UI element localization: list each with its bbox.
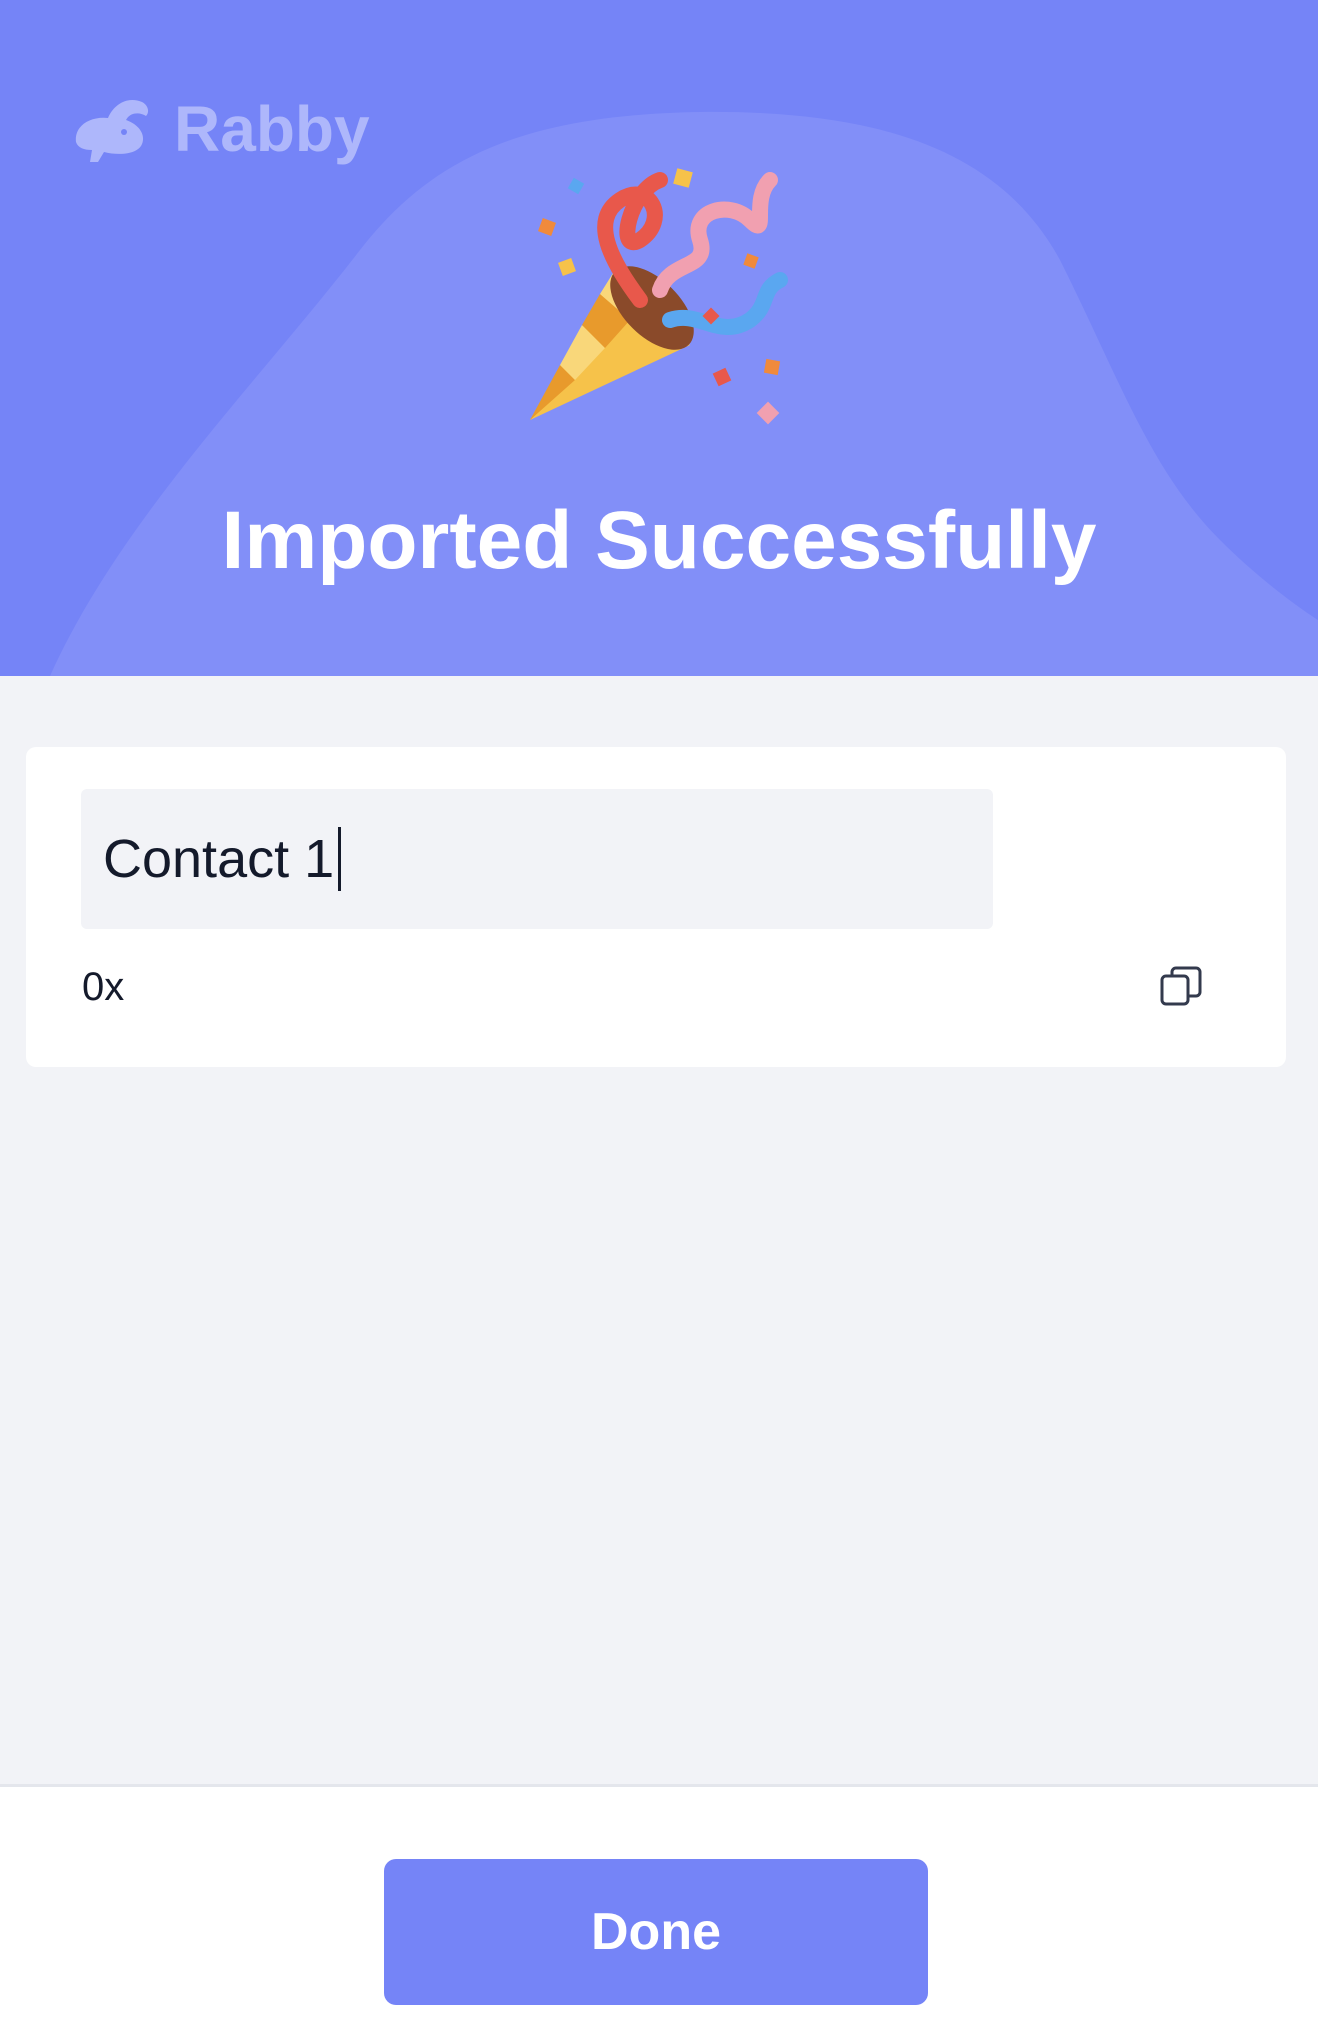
- copy-icon[interactable]: [1156, 962, 1206, 1012]
- footer: Done: [0, 1784, 1318, 2022]
- account-card: Contact 1 0x: [26, 747, 1286, 1067]
- brand: Rabby: [68, 92, 370, 166]
- account-name-input[interactable]: Contact 1: [81, 789, 993, 929]
- account-name-value: Contact 1: [103, 829, 335, 889]
- success-header: Rabby Imported Successfully: [0, 0, 1318, 676]
- done-button[interactable]: Done: [384, 1859, 928, 2005]
- text-caret: [338, 827, 342, 891]
- account-address: 0x: [82, 965, 125, 1009]
- party-popper-icon: [530, 168, 788, 425]
- brand-name: Rabby: [174, 93, 370, 165]
- import-success-page: Rabby Imported Successfully Contact 1 0x…: [0, 0, 1318, 2022]
- rabbit-logo-icon: [75, 99, 149, 162]
- page-title: Imported Successfully: [221, 495, 1097, 586]
